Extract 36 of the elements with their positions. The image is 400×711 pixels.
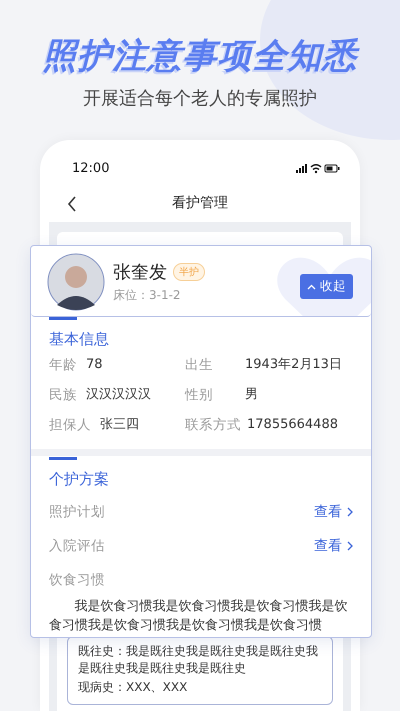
back-icon[interactable] — [67, 196, 77, 212]
field-label: 性别 — [185, 386, 214, 405]
subtitle: 开展适合每个老人的专属照护 — [83, 87, 317, 110]
plan-label: 饮食习惯 — [49, 571, 105, 589]
field-label: 出生 — [185, 356, 214, 375]
collapse-button[interactable]: 收起 — [300, 274, 353, 299]
section-title: 个护方案 — [49, 470, 110, 489]
chevron-icon — [347, 507, 353, 517]
field-label: 民族 — [49, 386, 77, 405]
headline: 照护注意事项全知悉 — [42, 36, 358, 76]
plan-label: 入院评估 — [49, 537, 105, 555]
status-icons — [296, 162, 340, 174]
field-value: 1943年2月13日 — [245, 356, 342, 374]
resident-name: 张奎发 — [113, 261, 167, 284]
care-level-badge: 半护 — [173, 263, 205, 281]
field-value: 78 — [86, 356, 103, 374]
history-text: 既往史：我是既往史我是既往史我是既往史我是既往史我是既往史我是既往史 — [78, 643, 319, 677]
view-link[interactable]: 查看 — [314, 503, 353, 521]
caret-icon — [307, 284, 316, 290]
field-label: 担保人 — [49, 416, 91, 435]
field-value: 男 — [245, 386, 258, 404]
bed-number: 床位：3-1-2 — [113, 287, 182, 304]
field-value: 汉汉汉汉汉 — [86, 386, 151, 404]
history-text: 现病史：XXX、XXX — [78, 679, 188, 696]
diet-text: 我是饮食习惯我是饮食习惯我是饮食习惯我是饮食习惯我是饮食习惯我是饮食习惯我是饮食习惯 — [49, 598, 349, 635]
field-value: 张三四 — [100, 416, 139, 434]
section-title: 基本信息 — [49, 330, 110, 349]
status-time: 12:00 — [72, 160, 110, 176]
field-label: 年龄 — [49, 356, 77, 375]
avatar — [47, 253, 105, 311]
nav-title: 看护管理 — [172, 194, 228, 212]
field-label: 联系方式 — [185, 416, 241, 435]
plan-label: 照护计划 — [49, 503, 105, 521]
view-link[interactable]: 查看 — [314, 537, 353, 555]
field-value: 17855664488 — [247, 416, 338, 434]
chevron-icon — [347, 541, 353, 551]
